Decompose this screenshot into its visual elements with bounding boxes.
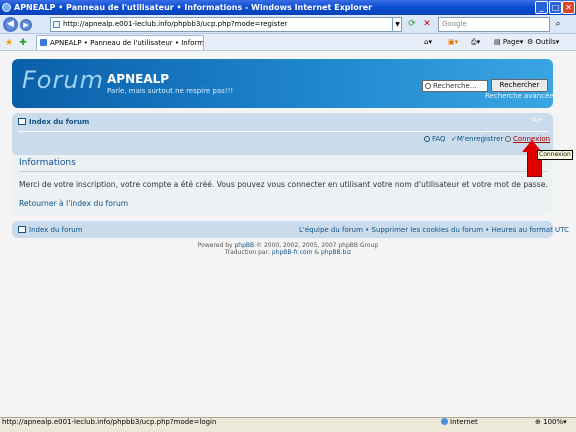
forum-search-input[interactable]: Recherche…: [422, 80, 488, 92]
navbar-divider: [18, 131, 548, 132]
address-dropdown-icon[interactable]: ▼: [392, 17, 402, 32]
ie-icon: [2, 3, 11, 12]
tab-toolbar: ★ ✚ APNEALP • Panneau de l'utilisateur •…: [0, 34, 576, 51]
maximize-button[interactable]: □: [549, 1, 562, 14]
search-placeholder: Google: [442, 20, 467, 28]
window-title: APNEALP • Panneau de l'utilisateur • Inf…: [14, 3, 373, 12]
powered-prefix: Powered by: [197, 242, 235, 249]
rss-icon[interactable]: ▣▾: [448, 36, 458, 49]
close-button[interactable]: ✕: [562, 1, 575, 14]
refresh-icon[interactable]: ⟳: [406, 18, 418, 30]
page-icon: [53, 21, 60, 28]
tab-page-icon: [40, 39, 47, 46]
phpbb-fr-link[interactable]: phpBB-fr.com: [272, 249, 313, 256]
forum-logo[interactable]: Forum: [22, 66, 104, 94]
nav-forum-index-link[interactable]: Index du forum: [18, 118, 89, 126]
footer-links[interactable]: L'équipe du forum • Supprimer les cookie…: [299, 226, 569, 234]
status-url: http://apnealp.e001-leclub.info/phpbb3/u…: [2, 418, 217, 426]
minimize-button[interactable]: _: [535, 1, 548, 14]
faq-icon: [424, 136, 430, 142]
footer-forum-index-label: Index du forum: [29, 226, 83, 234]
forum-search-value: Recherche…: [433, 82, 477, 90]
return-to-index-link[interactable]: Retourner à l'index du forum: [19, 199, 128, 208]
address-text: http://apnealp.e001-leclub.info/phpbb3/u…: [63, 20, 288, 28]
phpbb-link[interactable]: phpBB: [234, 242, 254, 249]
tab-current[interactable]: APNEALP • Panneau de l'utilisateur • Inf…: [36, 35, 204, 50]
window-title-bar: APNEALP • Panneau de l'utilisateur • Inf…: [0, 0, 576, 15]
globe-icon: [441, 418, 448, 425]
stop-icon[interactable]: ✕: [421, 18, 433, 30]
tab-label: APNEALP • Panneau de l'utilisateur • Inf…: [50, 39, 204, 47]
search-go-icon[interactable]: ⌕: [552, 18, 564, 30]
site-tagline: Parle, mais surtout ne respire pas!!!: [107, 87, 234, 95]
tools-menu[interactable]: ⚙ Outils▾: [527, 36, 559, 49]
search-input[interactable]: Google: [438, 17, 550, 32]
phpbb-biz-link[interactable]: phpBB.biz: [321, 249, 351, 256]
advanced-search-link[interactable]: Recherche avancée: [485, 92, 554, 100]
favorites-star-icon[interactable]: ★: [3, 37, 15, 49]
back-button[interactable]: ◀: [3, 17, 18, 32]
address-toolbar: ◀ ▶ http://apnealp.e001-leclub.info/phpb…: [0, 15, 576, 34]
translation-mid: &: [312, 249, 321, 256]
register-link[interactable]: ✓M'enregistrer: [451, 135, 503, 143]
add-favorite-icon[interactable]: ✚: [17, 37, 29, 49]
powered-suffix: © 2000, 2002, 2005, 2007 phpBB Group: [254, 242, 379, 249]
forum-search-button[interactable]: Rechercher: [491, 79, 548, 92]
page-menu-label: Page: [502, 38, 520, 46]
forward-button[interactable]: ▶: [20, 19, 32, 31]
info-message: Merci de votre inscription, votre compte…: [19, 180, 548, 189]
register-label: M'enregistrer: [456, 135, 504, 143]
powered-by: Powered by phpBB © 2000, 2002, 2005, 200…: [0, 242, 576, 256]
page-menu[interactable]: ▤ Page▾: [494, 36, 523, 49]
font-size-control[interactable]: -A+: [530, 116, 543, 124]
nav-forum-index-label: Index du forum: [29, 118, 90, 126]
magnifier-icon: [425, 83, 431, 89]
security-zone[interactable]: Internet: [441, 418, 478, 426]
info-divider: [19, 171, 547, 172]
tools-menu-label: Outils: [535, 38, 556, 46]
site-name: APNEALP: [107, 72, 170, 86]
translation-prefix: Traduction par:: [224, 249, 272, 256]
faq-link[interactable]: FAQ: [424, 135, 446, 143]
zone-label: Internet: [450, 418, 478, 426]
footer-house-icon: [18, 226, 26, 233]
login-icon: [505, 136, 511, 142]
login-tooltip: Connexion: [537, 150, 573, 160]
info-title: Informations: [19, 158, 76, 168]
faq-label: FAQ: [432, 135, 446, 143]
print-icon[interactable]: ⎙▾: [471, 36, 480, 49]
zoom-level[interactable]: ⊕ 100%▾: [535, 418, 567, 426]
zoom-icon: ⊕: [535, 418, 541, 426]
footer-forum-index-link[interactable]: Index du forum: [18, 226, 82, 234]
home-icon[interactable]: ⌂▾: [424, 36, 432, 49]
zoom-value: 100%: [543, 418, 564, 426]
address-bar[interactable]: http://apnealp.e001-leclub.info/phpbb3/u…: [50, 17, 402, 32]
house-icon: [18, 118, 26, 125]
